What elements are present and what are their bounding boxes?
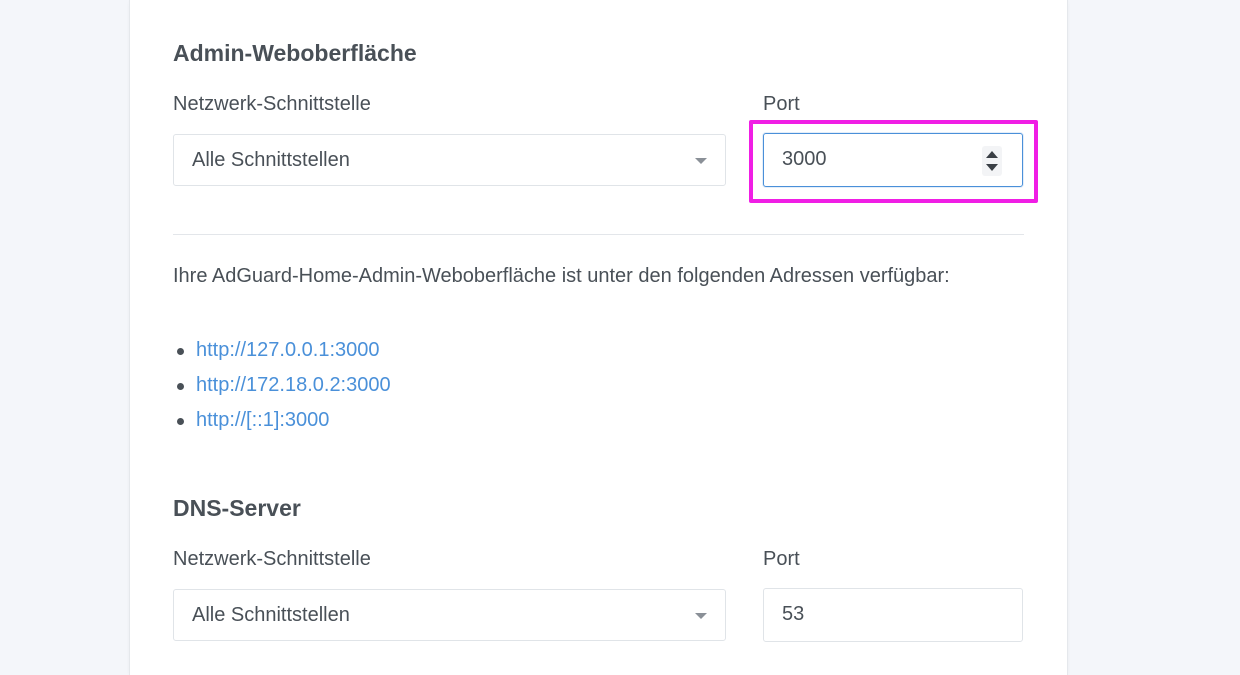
admin-address-list: http://127.0.0.1:3000 http://172.18.0.2:… <box>173 333 391 438</box>
bullet-icon <box>177 348 184 355</box>
chevron-down-icon <box>695 613 707 619</box>
setup-card: Admin-Weboberfläche Netzwerk-Schnittstel… <box>130 0 1067 675</box>
bullet-icon <box>177 418 184 425</box>
address-link[interactable]: http://[::1]:3000 <box>196 409 329 431</box>
bullet-icon <box>177 383 184 390</box>
admin-address-info: Ihre AdGuard-Home-Admin-Weboberfläche is… <box>173 265 950 287</box>
dns-interface-select[interactable]: Alle Schnittstellen <box>173 589 726 641</box>
dns-section-title: DNS-Server <box>173 495 301 521</box>
admin-section-title: Admin-Weboberfläche <box>173 40 417 66</box>
list-item: http://[::1]:3000 <box>173 403 391 438</box>
dns-port-input[interactable]: 53 <box>763 588 1023 642</box>
admin-interface-select[interactable]: Alle Schnittstellen <box>173 134 726 186</box>
admin-port-label: Port <box>763 93 800 115</box>
address-link[interactable]: http://127.0.0.1:3000 <box>196 339 380 361</box>
address-link[interactable]: http://172.18.0.2:3000 <box>196 374 391 396</box>
port-highlight-box <box>749 120 1038 203</box>
dns-port-label: Port <box>763 548 800 570</box>
list-item: http://127.0.0.1:3000 <box>173 333 391 368</box>
section-divider <box>173 234 1024 235</box>
admin-interface-label: Netzwerk-Schnittstelle <box>173 93 371 115</box>
dns-interface-value: Alle Schnittstellen <box>192 604 350 626</box>
dns-port-value: 53 <box>782 603 805 625</box>
list-item: http://172.18.0.2:3000 <box>173 368 391 403</box>
chevron-down-icon <box>695 158 707 164</box>
admin-interface-value: Alle Schnittstellen <box>192 149 350 171</box>
dns-interface-label: Netzwerk-Schnittstelle <box>173 548 371 570</box>
